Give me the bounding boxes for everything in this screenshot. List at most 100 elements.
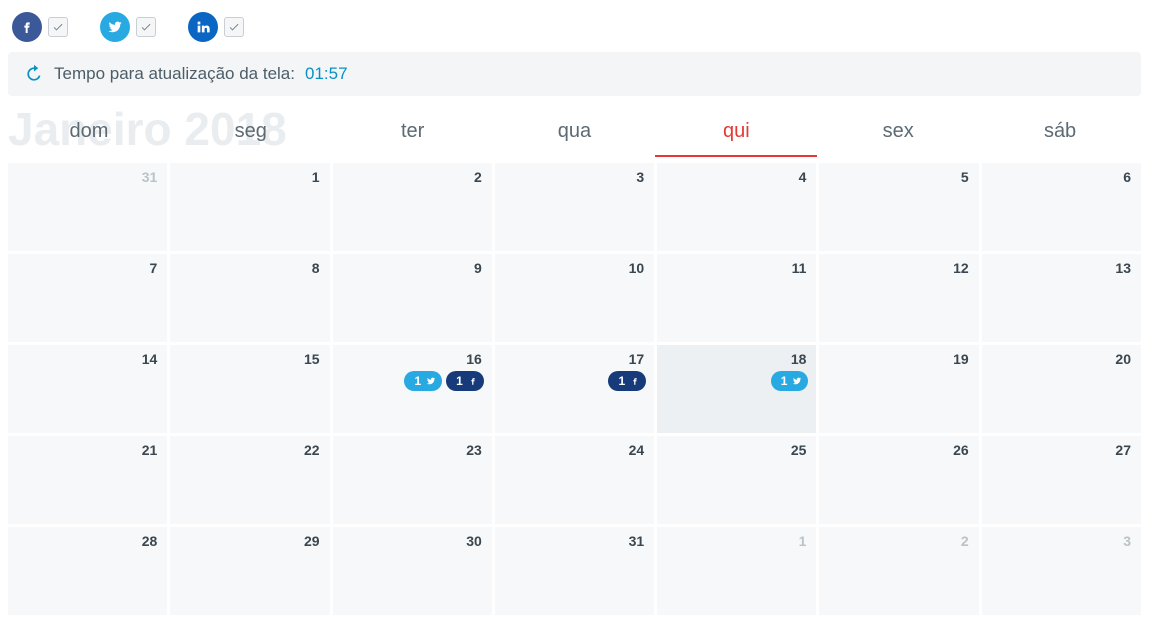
weekday-qui: qui [655,110,817,157]
twitter-icon[interactable] [100,12,130,42]
day-number: 22 [304,442,320,458]
check-icon [140,21,152,33]
post-badges: 1 [771,371,809,391]
check-icon [52,21,64,33]
calendar-cell[interactable]: 31 [495,527,654,615]
calendar-cell[interactable]: 23 [333,436,492,524]
calendar-cell[interactable]: 2 [819,527,978,615]
calendar-cell[interactable]: 1611 [333,345,492,433]
day-number: 17 [629,351,645,367]
calendar-cell[interactable]: 13 [982,254,1141,342]
day-number: 13 [1115,260,1131,276]
refresh-timer: 01:57 [305,64,348,84]
check-icon [228,21,240,33]
social-filter-twitter [100,12,156,42]
twitter-checkbox[interactable] [136,17,156,37]
day-number: 19 [953,351,969,367]
day-number: 31 [142,169,158,185]
day-number: 2 [474,169,482,185]
linkedin-checkbox[interactable] [224,17,244,37]
facebook-icon [468,376,478,386]
calendar-cell[interactable]: 12 [819,254,978,342]
calendar-cell[interactable]: 28 [8,527,167,615]
calendar-cell[interactable]: 29 [170,527,329,615]
calendar-cell[interactable]: 3 [982,527,1141,615]
day-number: 11 [792,260,807,276]
day-number: 12 [953,260,969,276]
calendar-cell[interactable]: 4 [657,163,816,251]
calendar-cell[interactable]: 21 [8,436,167,524]
facebook-checkbox[interactable] [48,17,68,37]
calendar-cell[interactable]: 5 [819,163,978,251]
calendar: Janeiro 2018 domsegterquaquisexsáb 31123… [8,110,1141,615]
calendar-cell[interactable]: 8 [170,254,329,342]
day-number: 18 [791,351,807,367]
facebook-post-badge[interactable]: 1 [446,371,484,391]
refresh-bar: Tempo para atualização da tela: 01:57 [8,52,1141,96]
day-number: 15 [304,351,320,367]
calendar-cell[interactable]: 22 [170,436,329,524]
day-number: 14 [142,351,158,367]
weekday-sex: sex [817,110,979,157]
day-number: 28 [142,533,158,549]
calendar-cell[interactable]: 30 [333,527,492,615]
day-number: 24 [629,442,645,458]
calendar-cell[interactable]: 7 [8,254,167,342]
calendar-cell[interactable]: 27 [982,436,1141,524]
facebook-post-badge[interactable]: 1 [608,371,646,391]
weekday-seg: seg [170,110,332,157]
calendar-cell[interactable]: 25 [657,436,816,524]
calendar-cell[interactable]: 15 [170,345,329,433]
calendar-cell[interactable]: 26 [819,436,978,524]
day-number: 29 [304,533,320,549]
day-number: 31 [629,533,645,549]
weekday-row: domsegterquaquisexsáb [8,110,1141,157]
calendar-cell[interactable]: 6 [982,163,1141,251]
calendar-cell[interactable]: 17 1 [495,345,654,433]
day-number: 2 [961,533,969,549]
post-badges: 11 [404,371,483,391]
weekday-dom: dom [8,110,170,157]
badge-count: 1 [618,374,625,388]
calendar-cell[interactable]: 3 [495,163,654,251]
calendar-cell[interactable]: 1 [657,527,816,615]
twitter-post-badge[interactable]: 1 [771,371,809,391]
calendar-cell[interactable]: 19 [819,345,978,433]
twitter-icon [426,376,436,386]
day-number: 26 [953,442,969,458]
calendar-grid: 3112345678910111213141516111711811920212… [8,163,1141,615]
calendar-cell[interactable]: 181 [657,345,816,433]
calendar-cell[interactable]: 1 [170,163,329,251]
calendar-cell[interactable]: 24 [495,436,654,524]
day-number: 10 [629,260,645,276]
calendar-cell[interactable]: 9 [333,254,492,342]
day-number: 1 [312,169,320,185]
badge-count: 1 [414,374,421,388]
twitter-post-badge[interactable]: 1 [404,371,442,391]
day-number: 16 [466,351,482,367]
facebook-icon[interactable] [12,12,42,42]
linkedin-icon[interactable] [188,12,218,42]
calendar-cell[interactable]: 31 [8,163,167,251]
day-number: 20 [1115,351,1131,367]
day-number: 27 [1115,442,1131,458]
day-number: 25 [791,442,807,458]
calendar-cell[interactable]: 20 [982,345,1141,433]
day-number: 7 [149,260,157,276]
calendar-cell[interactable]: 11 [657,254,816,342]
day-number: 3 [1123,533,1131,549]
day-number: 1 [799,533,807,549]
calendar-cell[interactable]: 10 [495,254,654,342]
facebook-icon [630,376,640,386]
weekday-qua: qua [494,110,656,157]
day-number: 5 [961,169,969,185]
day-number: 3 [636,169,644,185]
day-number: 9 [474,260,482,276]
day-number: 23 [466,442,482,458]
day-number: 21 [142,442,158,458]
calendar-cell[interactable]: 14 [8,345,167,433]
post-badges: 1 [608,371,646,391]
refresh-icon[interactable] [24,64,44,84]
day-number: 6 [1123,169,1131,185]
calendar-cell[interactable]: 2 [333,163,492,251]
